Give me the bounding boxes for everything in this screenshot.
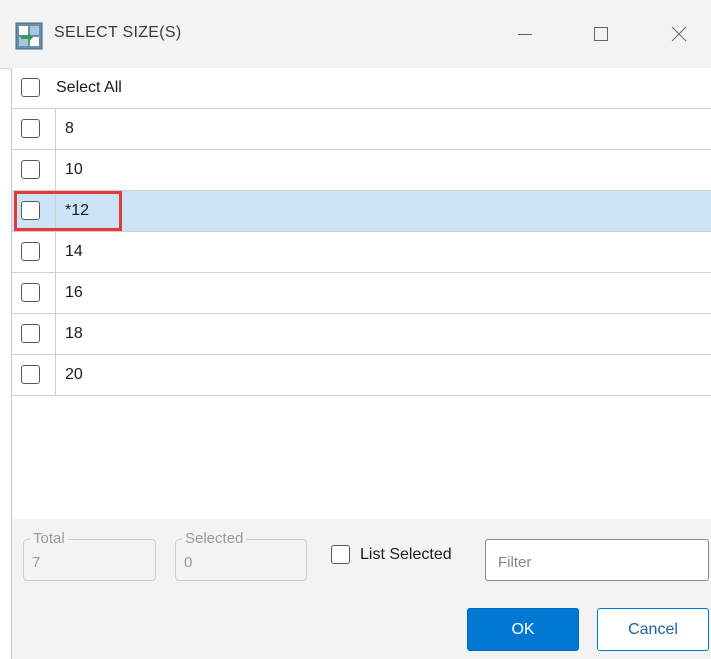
window-title: SELECT SIZE(S) xyxy=(54,24,182,41)
item-checkbox[interactable] xyxy=(21,119,40,138)
total-label: Total xyxy=(30,530,68,547)
title-bar: SELECT SIZE(S) xyxy=(0,0,711,69)
checkbox-cell xyxy=(12,109,56,149)
item-checkbox[interactable] xyxy=(21,283,40,302)
item-label: 18 xyxy=(65,325,83,342)
select-all-label: Select All xyxy=(56,79,122,96)
selected-value: 0 xyxy=(184,554,193,571)
list-item-selected[interactable]: *12 xyxy=(12,191,711,232)
minimize-icon xyxy=(518,34,532,35)
size-list: Select All 8 10 *12 14 16 18 20 xyxy=(11,68,711,520)
total-value: 7 xyxy=(32,554,41,571)
selected-count-field: Selected 0 xyxy=(175,530,307,581)
list-item[interactable]: 18 xyxy=(12,314,711,355)
item-checkbox[interactable] xyxy=(21,160,40,179)
maximize-button[interactable] xyxy=(574,14,628,54)
item-label: 14 xyxy=(65,243,83,260)
total-field: Total 7 xyxy=(23,530,156,581)
list-item[interactable]: 8 xyxy=(12,109,711,150)
item-label: 20 xyxy=(65,366,83,383)
list-item[interactable]: 20 xyxy=(12,355,711,396)
select-all-row[interactable]: Select All xyxy=(12,68,711,109)
checkbox-cell xyxy=(12,232,56,272)
ok-button[interactable]: OK xyxy=(467,608,579,651)
minimize-button[interactable] xyxy=(498,14,552,54)
select-all-cell xyxy=(12,68,56,108)
highlight-box xyxy=(14,191,122,231)
checkbox-cell xyxy=(12,273,56,313)
item-label: 8 xyxy=(65,120,74,137)
list-item[interactable]: 16 xyxy=(12,273,711,314)
close-button[interactable] xyxy=(652,14,706,54)
cancel-button[interactable]: Cancel xyxy=(597,608,709,651)
checkbox-cell xyxy=(12,355,56,395)
select-sizes-dialog: SELECT SIZE(S) Select All 8 10 *12 14 16… xyxy=(0,0,711,659)
item-label: 16 xyxy=(65,284,83,301)
close-icon xyxy=(671,26,687,42)
select-all-checkbox[interactable] xyxy=(21,78,40,97)
checkbox-cell xyxy=(12,150,56,190)
list-selected-checkbox[interactable] xyxy=(331,545,350,564)
filter-input[interactable] xyxy=(485,539,709,581)
maximize-icon xyxy=(594,27,608,41)
item-label: 10 xyxy=(65,161,83,178)
selected-label: Selected xyxy=(182,530,247,547)
checkbox-cell xyxy=(12,314,56,354)
list-item[interactable]: 10 xyxy=(12,150,711,191)
footer-bar: Total 7 Selected 0 List Selected OK Canc… xyxy=(11,519,711,659)
item-checkbox[interactable] xyxy=(21,242,40,261)
list-selected-label[interactable]: List Selected xyxy=(360,546,452,564)
list-item[interactable]: 14 xyxy=(12,232,711,273)
app-icon xyxy=(15,22,43,50)
item-checkbox[interactable] xyxy=(21,324,40,343)
item-checkbox[interactable] xyxy=(21,365,40,384)
